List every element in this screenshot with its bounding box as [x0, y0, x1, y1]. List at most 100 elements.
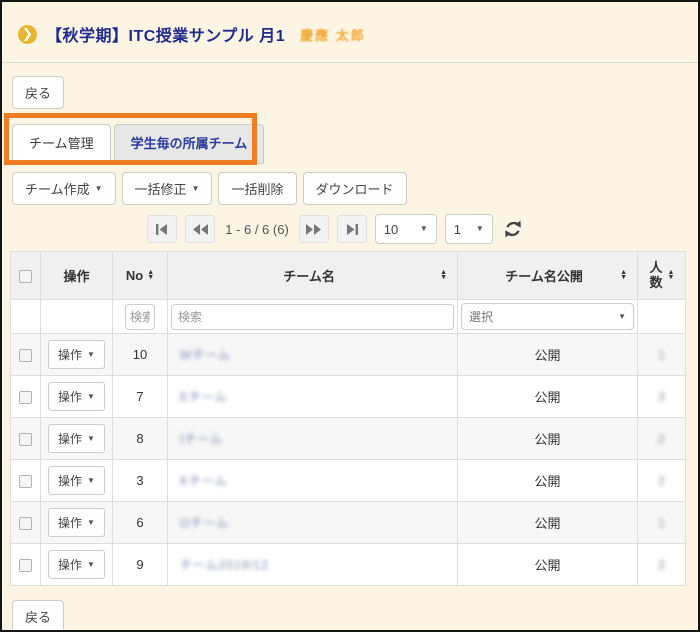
table-row: 操作 ▼ 6 Oチーム 公開 1	[11, 502, 686, 544]
row-checkbox[interactable]	[19, 349, 32, 362]
chevron-down-icon: ▼	[476, 225, 484, 233]
page-number-value: 1	[454, 222, 461, 237]
select-all-checkbox[interactable]	[19, 270, 32, 283]
member-count-redacted: 2	[658, 432, 665, 446]
sort-icon[interactable]: ▲▼	[668, 271, 675, 280]
row-no: 9	[113, 544, 168, 586]
bulk-delete-button[interactable]: 一括削除	[218, 172, 296, 205]
member-count-redacted: 1	[658, 516, 665, 530]
header-row: 操作 No ▲▼ チーム名 ▲▼	[11, 252, 686, 300]
chevron-right-icon: ❯	[18, 25, 37, 44]
chevron-down-icon: ▼	[192, 185, 200, 193]
pagination-range-text: 1 - 6 / 6 (6)	[225, 222, 289, 237]
table-row: 操作 ▼ 10 Wチーム 公開 1	[11, 334, 686, 376]
course-title: 【秋学期】ITC授業サンプル 月1	[46, 22, 285, 46]
chevron-down-icon: ▼	[87, 351, 95, 359]
row-operation-button[interactable]: 操作 ▼	[48, 382, 105, 411]
visibility-filter-select[interactable]: 選択 ▼	[461, 303, 634, 330]
row-operation-button[interactable]: 操作 ▼	[48, 508, 105, 537]
refresh-button[interactable]	[503, 219, 523, 239]
row-operation-button[interactable]: 操作 ▼	[48, 550, 105, 579]
team-name-filter-input[interactable]	[171, 304, 454, 330]
operation-label: 操作	[58, 388, 82, 405]
member-count-redacted: 3	[658, 390, 665, 404]
page-size-select[interactable]: 10 ▼	[375, 214, 437, 244]
column-header-operation: 操作	[41, 252, 113, 300]
visibility-header-label: チーム名公開	[505, 266, 583, 285]
row-no: 6	[113, 502, 168, 544]
column-header-no[interactable]: No ▲▼	[113, 252, 168, 300]
back-button-bottom[interactable]: 戻る	[12, 600, 64, 632]
row-no: 7	[113, 376, 168, 418]
chevron-down-icon: ▼	[87, 435, 95, 443]
team-name-redacted[interactable]: Oチーム	[180, 516, 229, 530]
sort-icon[interactable]: ▲▼	[147, 271, 154, 280]
last-page-button[interactable]	[337, 215, 367, 243]
toolbar: チーム作成 ▼ 一括修正 ▼ 一括削除 ダウンロード	[2, 165, 698, 205]
tab-student-teams[interactable]: 学生毎の所属チーム	[114, 124, 265, 164]
team-name-redacted[interactable]: Eチーム	[180, 390, 228, 404]
operation-label: 操作	[58, 346, 82, 363]
no-filter-input[interactable]	[125, 304, 155, 330]
instructor-name: 慶應 太郎	[300, 25, 366, 44]
operation-label: 操作	[58, 514, 82, 531]
team-name-redacted[interactable]: チーム2019/12	[180, 558, 269, 572]
row-visibility: 公開	[458, 418, 638, 460]
next-page-button[interactable]	[299, 215, 329, 243]
team-name-redacted[interactable]: Wチーム	[180, 348, 231, 362]
member-count-redacted: 2	[658, 558, 665, 572]
row-no: 8	[113, 418, 168, 460]
column-header-member-count[interactable]: 人数 ▲▼	[638, 252, 686, 300]
team-management-page: ❯ 【秋学期】ITC授業サンプル 月1 慶應 太郎 戻る チーム管理 学生毎の所…	[0, 0, 700, 632]
row-operation-button[interactable]: 操作 ▼	[48, 466, 105, 495]
bulk-edit-button[interactable]: 一括修正 ▼	[122, 172, 213, 205]
row-no: 10	[113, 334, 168, 376]
tab-team-management[interactable]: チーム管理	[12, 124, 111, 164]
row-checkbox[interactable]	[19, 433, 32, 446]
pagination: 1 - 6 / 6 (6) 10 ▼ 1 ▼	[0, 214, 698, 244]
chevron-down-icon: ▼	[87, 393, 95, 401]
next-page-icon	[306, 224, 321, 235]
download-button[interactable]: ダウンロード	[303, 172, 407, 205]
chevron-down-icon: ▼	[420, 225, 428, 233]
row-operation-button[interactable]: 操作 ▼	[48, 340, 105, 369]
row-no: 3	[113, 460, 168, 502]
previous-page-button[interactable]	[185, 215, 215, 243]
table-row: 操作▼ 9 チーム2019/12 公開 2	[11, 544, 686, 586]
chevron-down-icon: ▼	[87, 519, 95, 527]
column-header-team-name[interactable]: チーム名 ▲▼	[168, 252, 458, 300]
member-count-header-label: 人数	[649, 261, 664, 291]
page-number-select[interactable]: 1 ▼	[445, 214, 493, 244]
first-page-button[interactable]	[147, 215, 177, 243]
row-visibility: 公開	[458, 502, 638, 544]
member-count-redacted: 2	[658, 474, 665, 488]
row-checkbox[interactable]	[19, 517, 32, 530]
operation-label: 操作	[58, 556, 82, 573]
no-header-label: No	[126, 268, 143, 283]
page-size-value: 10	[384, 222, 398, 237]
row-visibility: 公開	[458, 460, 638, 502]
row-visibility: 公開	[458, 334, 638, 376]
operation-label: 操作	[58, 472, 82, 489]
sort-icon[interactable]: ▲▼	[620, 271, 627, 280]
team-name-redacted[interactable]: Iチーム	[180, 432, 223, 446]
visibility-filter-value: 選択	[469, 308, 493, 325]
team-name-redacted[interactable]: Kチーム	[180, 474, 228, 488]
sort-icon[interactable]: ▲▼	[440, 271, 447, 280]
chevron-down-icon: ▼	[87, 561, 95, 569]
column-header-visibility[interactable]: チーム名公開 ▲▼	[458, 252, 638, 300]
last-page-icon	[346, 224, 358, 235]
back-button-top[interactable]: 戻る	[12, 76, 64, 109]
row-checkbox[interactable]	[19, 559, 32, 572]
row-checkbox[interactable]	[19, 391, 32, 404]
first-page-icon	[156, 224, 168, 235]
chevron-down-icon: ▼	[87, 477, 95, 485]
member-count-redacted: 1	[658, 348, 665, 362]
row-checkbox[interactable]	[19, 475, 32, 488]
create-team-button[interactable]: チーム作成 ▼	[12, 172, 116, 205]
chevron-down-icon: ▼	[618, 313, 626, 321]
table-row: 操作▼ 8 Iチーム 公開 2	[11, 418, 686, 460]
row-visibility: 公開	[458, 376, 638, 418]
row-operation-button[interactable]: 操作▼	[48, 424, 105, 453]
table-row: 操作 ▼ 7 Eチーム 公開 3	[11, 376, 686, 418]
